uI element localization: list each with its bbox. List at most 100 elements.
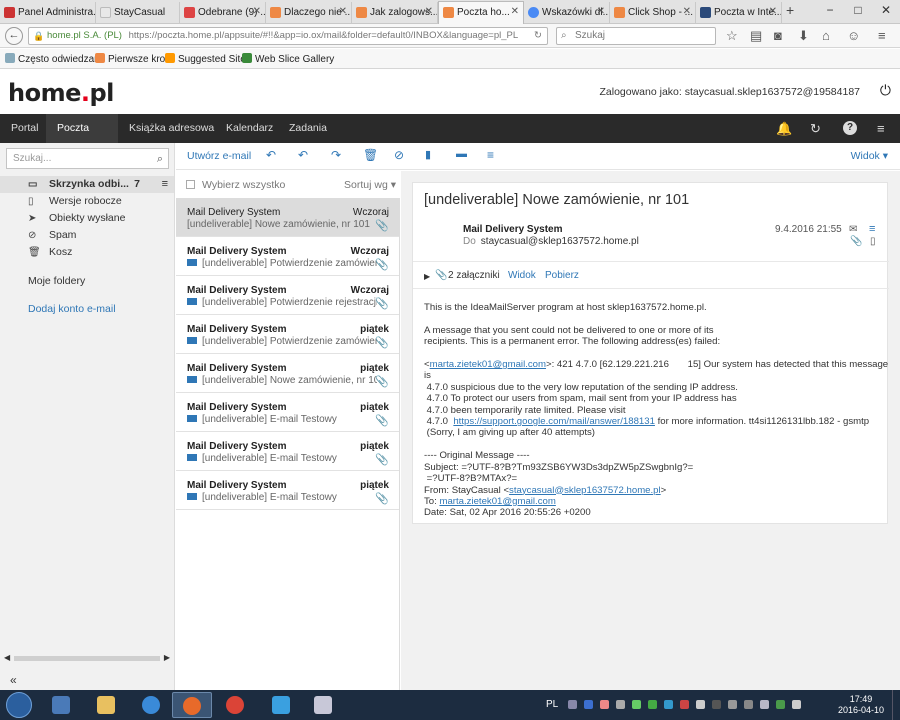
minimize-icon[interactable]: −: [816, 0, 844, 22]
nav-tasks[interactable]: Zadania: [278, 114, 338, 143]
tray-icon[interactable]: [728, 700, 737, 709]
browser-tab[interactable]: Jak zalogows... ✕: [352, 2, 438, 24]
browser-tab[interactable]: Dlaczego nie ... ✕: [266, 2, 352, 24]
recipient-address[interactable]: staycasual@sklep1637572.home.pl: [481, 236, 639, 247]
browser-tab[interactable]: Poczta w Inte... ✕: [696, 2, 782, 24]
from-address-link[interactable]: staycasual@sklep1637572.home.pl: [509, 485, 661, 496]
close-icon[interactable]: ✕: [769, 6, 777, 17]
start-button[interactable]: [6, 692, 32, 718]
archive-icon[interactable]: ▬: [456, 148, 467, 160]
tray-icon[interactable]: [648, 700, 657, 709]
select-all[interactable]: Wybierz wszystko: [186, 179, 285, 191]
folder-drafts[interactable]: ▯ Wersje robocze: [0, 193, 174, 210]
folder-menu-icon[interactable]: ≡: [162, 176, 168, 193]
reply-icon[interactable]: ↶: [266, 148, 276, 162]
refresh-icon[interactable]: ↻: [810, 121, 821, 137]
select-all-checkbox[interactable]: [186, 180, 195, 189]
scroll-left-icon[interactable]: ◀: [4, 653, 10, 662]
scroll-right-icon[interactable]: ▶: [164, 653, 170, 662]
envelope-icon[interactable]: ✉: [849, 224, 857, 235]
forward-icon[interactable]: ↷: [331, 148, 341, 162]
compose-button[interactable]: Utwórz e-mail: [187, 150, 251, 162]
message-row[interactable]: Mail Delivery System piątek [undeliverable…: [176, 432, 399, 471]
caret-right-icon[interactable]: ▶: [424, 272, 430, 281]
taskbar-app[interactable]: [262, 692, 302, 718]
browser-tab[interactable]: Panel Administra...: [0, 2, 96, 24]
maximize-icon[interactable]: □: [844, 0, 872, 22]
flag-icon[interactable]: ▮: [425, 148, 431, 161]
attachments-count[interactable]: 2 załączniki: [448, 270, 500, 281]
bookmark-star-icon[interactable]: ☆: [726, 28, 738, 44]
logout-icon[interactable]: ⏻: [880, 82, 891, 99]
bookmark-item[interactable]: Web Slice Gallery: [242, 53, 334, 65]
nav-calendar[interactable]: Kalendarz: [215, 114, 284, 143]
bookmark-item[interactable]: Często odwiedzane: [5, 53, 105, 65]
download-attachments-link[interactable]: Pobierz: [545, 270, 579, 281]
taskbar-app[interactable]: [42, 692, 82, 718]
reading-list-icon[interactable]: ▤: [750, 28, 762, 44]
pocket-icon[interactable]: ◙: [774, 28, 782, 43]
reply-all-icon[interactable]: ↶: [298, 148, 308, 162]
message-row[interactable]: Mail Delivery System piątek [undeliverable…: [176, 393, 399, 432]
close-icon[interactable]: ✕: [425, 6, 433, 17]
more-actions-icon[interactable]: ≡: [487, 148, 494, 162]
close-icon[interactable]: ✕: [253, 6, 261, 17]
close-icon[interactable]: ✕: [683, 6, 691, 17]
message-row[interactable]: Mail Delivery System Wczoraj [undeliverabl…: [176, 237, 399, 276]
nav-portal[interactable]: Portal: [0, 114, 49, 143]
settings-menu-icon[interactable]: ≡: [877, 121, 885, 136]
tray-chevron-icon[interactable]: [568, 700, 577, 709]
home-pl-logo[interactable]: home.pl: [8, 79, 114, 107]
notifications-bell-icon[interactable]: 🔔: [776, 121, 792, 137]
taskbar-app[interactable]: [87, 692, 127, 718]
download-icon[interactable]: ⬇: [798, 28, 809, 44]
message-row[interactable]: Mail Delivery System piątek [undeliverable…: [176, 315, 399, 354]
clock[interactable]: 17:49 2016-04-10: [838, 694, 884, 716]
browser-tab[interactable]: Odebrane (9) ... ✕: [180, 2, 266, 24]
close-icon[interactable]: ✕: [597, 6, 605, 17]
spam-block-icon[interactable]: ⊘: [394, 148, 404, 162]
folder-inbox[interactable]: ▭ Skrzynka odbi... 7 ≡: [0, 176, 174, 193]
message-row[interactable]: Mail Delivery System Wczoraj [undeliverabl…: [176, 276, 399, 315]
tray-icon[interactable]: [744, 700, 753, 709]
message-row[interactable]: Mail Delivery System piątek [undeliverable…: [176, 354, 399, 393]
close-window-icon[interactable]: ✕: [872, 0, 900, 22]
flag-outline-icon[interactable]: ▯: [870, 236, 876, 247]
bookmark-item[interactable]: Pierwsze kroki: [95, 53, 172, 65]
chat-icon[interactable]: ☺: [847, 28, 860, 43]
browser-tab[interactable]: StayCasual: [96, 2, 180, 24]
help-icon[interactable]: ?: [843, 121, 857, 135]
folder-trash[interactable]: 🗑 Kosz: [0, 244, 174, 261]
nav-address-book[interactable]: Książka adresowa: [118, 114, 225, 143]
message-row[interactable]: Mail Delivery System Wczoraj [undeliverabl…: [176, 198, 399, 237]
language-indicator[interactable]: PL: [546, 699, 558, 710]
browser-menu-icon[interactable]: ≡: [878, 28, 886, 43]
failed-address-link[interactable]: marta.zietek01@gmail.com: [430, 359, 546, 370]
tray-icon[interactable]: [696, 700, 705, 709]
show-desktop-button[interactable]: [892, 690, 900, 720]
taskbar-app[interactable]: [132, 692, 172, 718]
volume-icon[interactable]: [792, 700, 801, 709]
tray-icon[interactable]: [584, 700, 593, 709]
browser-search-input[interactable]: ⌕ Szukaj: [556, 27, 716, 45]
taskbar-app[interactable]: [216, 692, 256, 718]
back-button[interactable]: ←: [5, 27, 23, 45]
close-icon[interactable]: ✕: [511, 6, 519, 17]
close-icon[interactable]: ✕: [339, 6, 347, 17]
tray-icon[interactable]: [616, 700, 625, 709]
my-folders-label[interactable]: Moje foldery: [28, 275, 85, 287]
taskbar-app[interactable]: [304, 692, 344, 718]
taskbar-app-active[interactable]: [172, 692, 212, 718]
view-dropdown[interactable]: Widok ▾: [851, 150, 888, 162]
home-icon[interactable]: ⌂: [822, 28, 830, 43]
collapse-sidebar-button[interactable]: «: [10, 673, 17, 687]
network-icon[interactable]: [760, 700, 769, 709]
delete-icon[interactable]: 🗑: [363, 148, 378, 162]
message-row[interactable]: Mail Delivery System piątek [undeliverable…: [176, 471, 399, 510]
url-bar[interactable]: 🔒 home.pl S.A. (PL) https://poczta.home.…: [28, 27, 548, 45]
horizontal-scrollbar[interactable]: ◀ ▶: [4, 653, 170, 663]
flag-tray-icon[interactable]: [776, 700, 785, 709]
tray-icon[interactable]: [664, 700, 673, 709]
nav-poczta[interactable]: Poczta7: [46, 114, 118, 165]
tray-icon[interactable]: [712, 700, 721, 709]
